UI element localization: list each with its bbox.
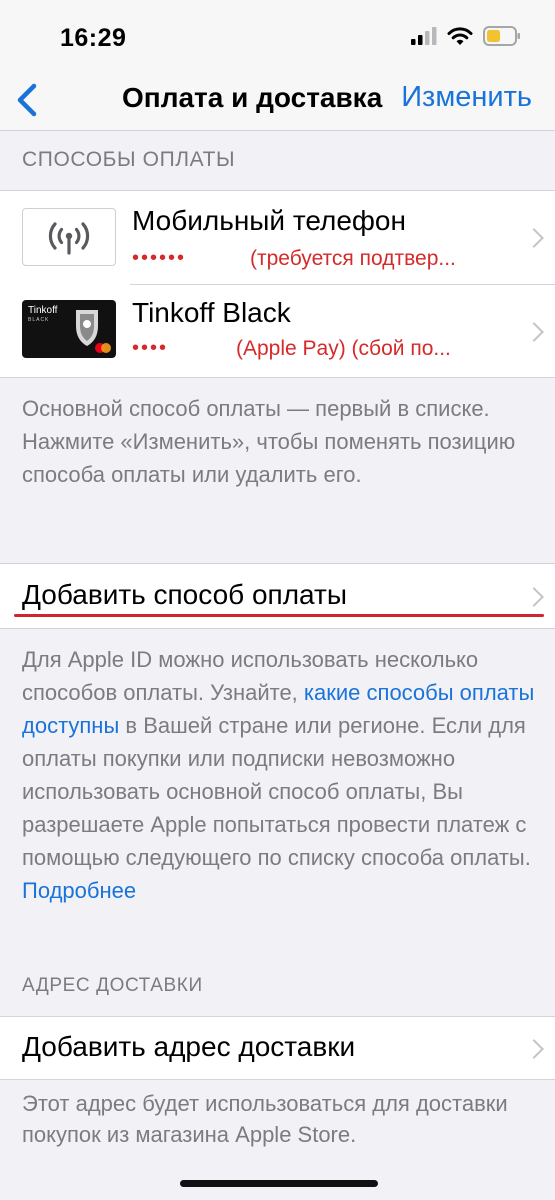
add-payment-footer: Для Apple ID можно использовать нескольк… <box>22 643 542 907</box>
nav-bar: Оплата и доставка Изменить <box>0 72 555 131</box>
payment-method-row-mobile[interactable]: Мобильный телефон •••••• (требуется подт… <box>0 191 555 284</box>
edit-button[interactable]: Изменить <box>401 81 532 114</box>
payment-methods-footer: Основной способ оплаты — первый в списке… <box>22 396 516 487</box>
payment-method-title: Tinkoff Black <box>132 297 291 328</box>
chevron-right-icon <box>524 322 544 342</box>
status-time: 16:29 <box>60 24 127 52</box>
add-payment-group: Добавить способ оплаты <box>0 563 555 629</box>
shipping-group: Добавить адрес доставки <box>0 1016 555 1080</box>
payment-method-masked-number: •••••• <box>132 247 187 269</box>
chevron-left-icon <box>17 83 37 117</box>
shipping-address-header: АДРЕС ДОСТАВКИ <box>22 975 203 996</box>
payment-method-title: Мобильный телефон <box>132 205 406 236</box>
status-icons <box>411 26 521 51</box>
payment-method-masked-number: •••• <box>132 337 169 359</box>
add-payment-method-row[interactable]: Добавить способ оплаты <box>0 564 555 628</box>
battery-icon <box>483 26 521 51</box>
add-shipping-address-label: Добавить адрес доставки <box>22 1031 356 1062</box>
chevron-right-icon <box>524 228 544 248</box>
shipping-footer: Этот адрес будет использоваться для дост… <box>22 1091 508 1147</box>
payment-methods-header: СПОСОБЫ ОПЛАТЫ <box>22 148 236 171</box>
add-payment-method-label: Добавить способ оплаты <box>22 579 347 610</box>
page-title: Оплата и доставка <box>122 82 383 113</box>
wifi-icon <box>447 26 473 51</box>
tinkoff-card-icon: Tinkoff BLACK <box>22 300 116 358</box>
payment-method-row-tinkoff[interactable]: Tinkoff BLACK Tinkoff Black •••• (Apple … <box>0 285 555 377</box>
add-shipping-address-row[interactable]: Добавить адрес доставки <box>0 1017 555 1079</box>
home-indicator[interactable] <box>180 1180 378 1187</box>
highlight-underline <box>14 614 544 617</box>
payment-method-status: (Apple Pay) (сбой по... <box>236 337 451 360</box>
payment-method-status: (требуется подтвер... <box>250 247 456 270</box>
payment-methods-list: Мобильный телефон •••••• (требуется подт… <box>0 190 555 378</box>
learn-more-link[interactable]: Подробнее <box>22 878 136 903</box>
chevron-right-icon <box>524 587 544 607</box>
status-bar: 16:29 <box>0 0 555 72</box>
signal-icon <box>411 27 437 50</box>
back-button[interactable] <box>8 78 48 122</box>
cell-tower-icon <box>22 208 116 266</box>
chevron-right-icon <box>524 1039 544 1059</box>
